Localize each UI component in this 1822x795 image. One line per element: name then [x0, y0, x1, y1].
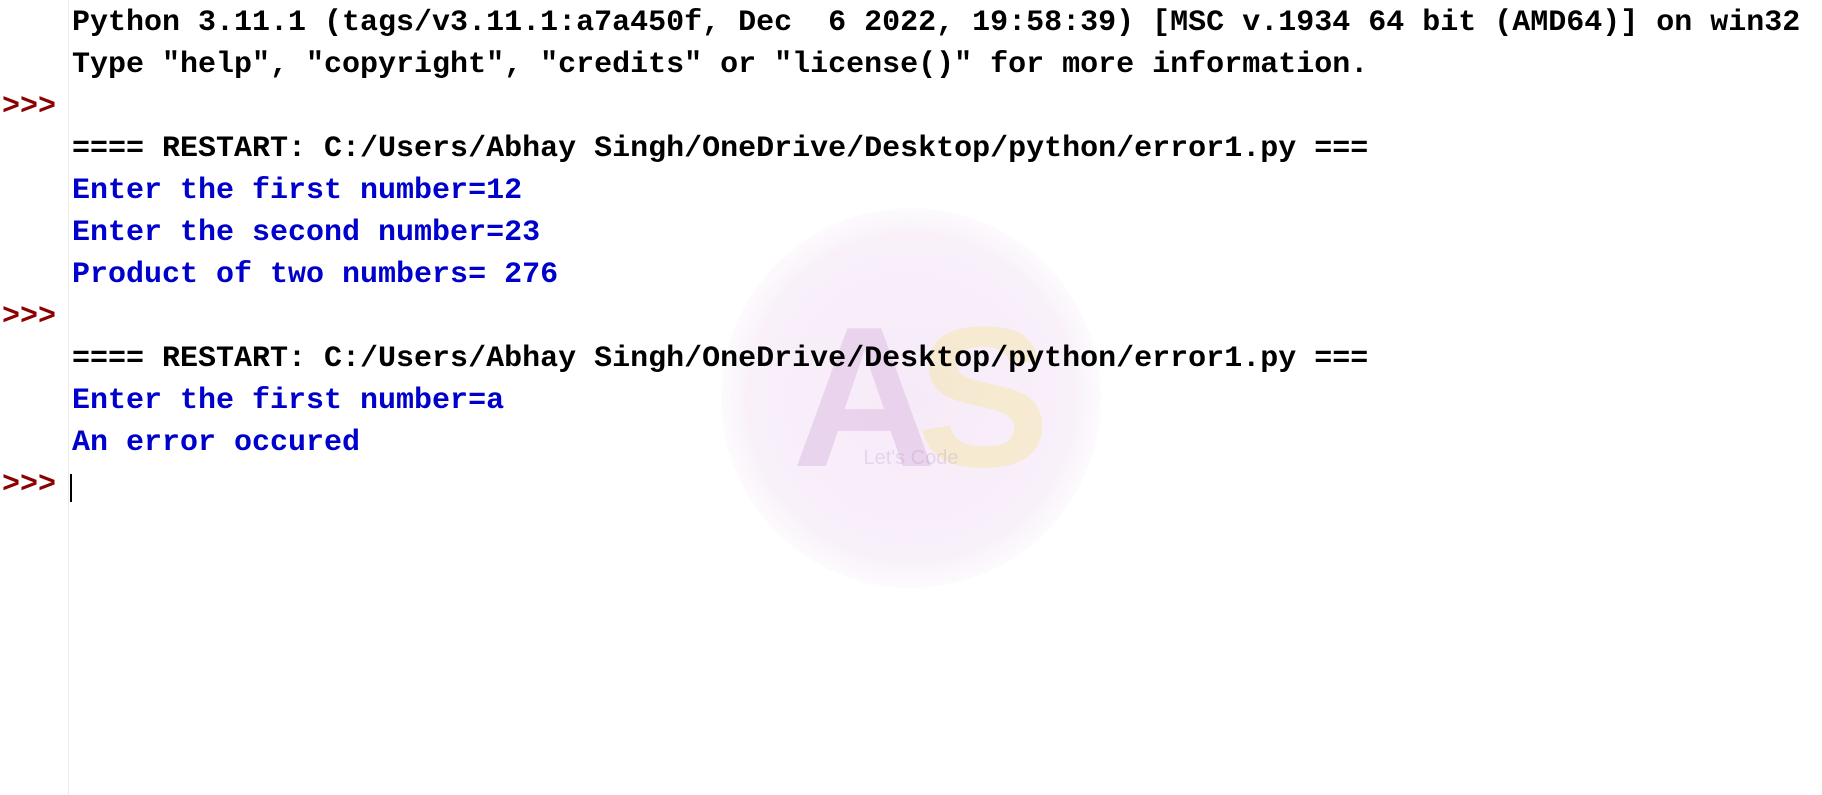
prompt-marker: >>>	[0, 464, 72, 506]
program-output: Enter the first number=12	[72, 170, 1822, 212]
program-output: Enter the second number=23	[72, 212, 1822, 254]
python-help-header: Type "help", "copyright", "credits" or "…	[72, 44, 1822, 86]
prompt-marker: >>>	[0, 296, 72, 338]
prompt-marker: >>>	[0, 86, 72, 128]
program-output: Product of two numbers= 276	[72, 254, 1822, 296]
python-version-header: Python 3.11.1 (tags/v3.11.1:a7a450f, Dec…	[72, 2, 1822, 44]
python-shell[interactable]: Python 3.11.1 (tags/v3.11.1:a7a450f, Dec…	[0, 0, 1822, 506]
program-output: An error occured	[72, 422, 1822, 464]
program-output: Enter the first number=a	[72, 380, 1822, 422]
restart-banner: ==== RESTART: C:/Users/Abhay Singh/OneDr…	[72, 338, 1822, 380]
restart-banner: ==== RESTART: C:/Users/Abhay Singh/OneDr…	[72, 128, 1822, 170]
text-cursor	[70, 474, 72, 502]
shell-input-line[interactable]	[72, 464, 1822, 506]
